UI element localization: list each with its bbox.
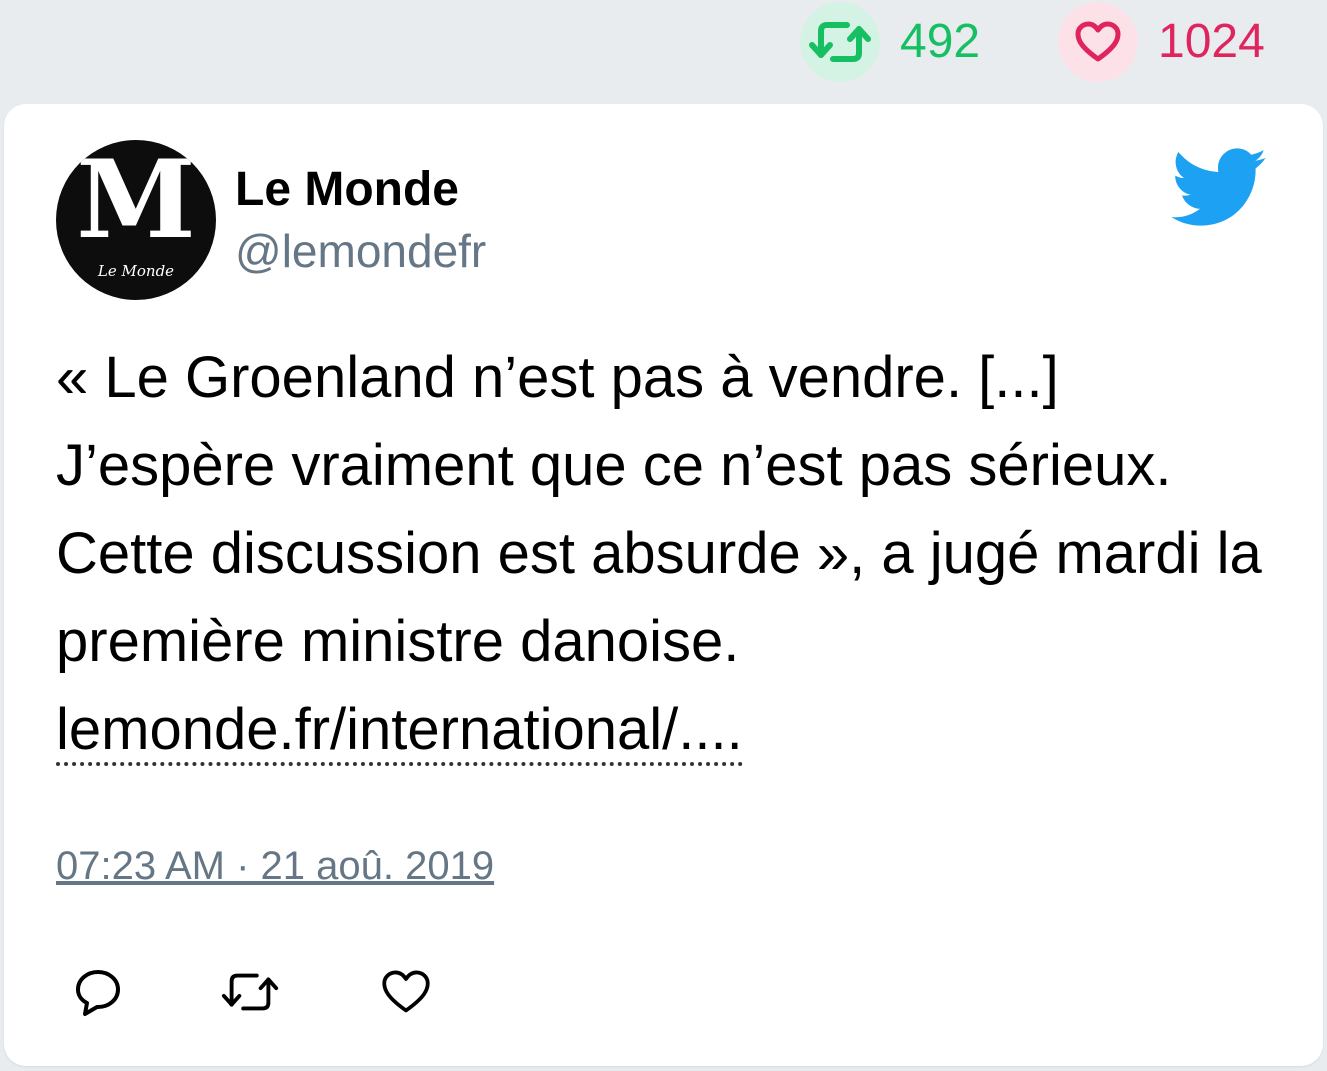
retweet-button[interactable]	[220, 962, 280, 1022]
retweet-stat-circle[interactable]	[800, 2, 880, 82]
like-stat[interactable]: 1024	[1058, 0, 1265, 84]
author-name[interactable]: Le Monde	[235, 166, 459, 214]
retweet-stat[interactable]: 492	[800, 0, 980, 84]
tweet-timestamp[interactable]: 07:23 AM · 21 aoû. 2019	[56, 846, 494, 886]
reply-button[interactable]	[68, 962, 128, 1022]
retweet-icon	[221, 973, 279, 1011]
tweet-stats: 492 1024	[0, 0, 1327, 84]
tweet-link[interactable]: lemonde.fr/international/....	[56, 697, 743, 766]
heart-icon	[382, 970, 430, 1013]
like-count: 1024	[1158, 15, 1265, 68]
tweet-text: « Le Groenland n’est pas à vendre. [...]…	[56, 334, 1276, 774]
retweet-count: 492	[900, 15, 981, 68]
tweet-body: « Le Groenland n’est pas à vendre. [...]…	[56, 345, 1262, 674]
avatar-logo-letter: M	[76, 140, 196, 263]
avatar[interactable]: M Le Monde	[56, 140, 216, 300]
retweet-icon	[809, 22, 871, 62]
reply-icon	[76, 970, 120, 1016]
tweet-card: M Le Monde Le Monde @lemondefr « Le Groe…	[4, 104, 1323, 1066]
author-handle[interactable]: @lemondefr	[235, 228, 486, 274]
avatar-logo-caption: Le Monde	[97, 262, 175, 280]
like-button[interactable]	[376, 962, 436, 1022]
twitter-bird-icon[interactable]	[1172, 148, 1268, 228]
heart-icon	[1075, 21, 1121, 62]
like-stat-circle[interactable]	[1058, 2, 1138, 82]
